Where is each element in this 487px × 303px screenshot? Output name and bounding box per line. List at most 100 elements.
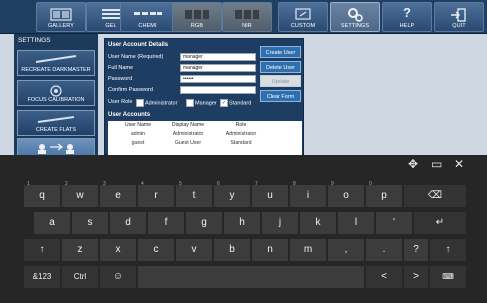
chemi-label: CHEMI (138, 23, 157, 29)
key-label: u (267, 190, 273, 201)
password-input[interactable]: •••••• (180, 75, 256, 83)
gear-icon (348, 8, 363, 22)
key-number: 1 (27, 181, 30, 187)
key-z[interactable]: z (62, 239, 98, 261)
create-flats-button[interactable]: CREATE FLATS (17, 110, 95, 136)
key-t[interactable]: 5t (176, 181, 212, 207)
key-k[interactable]: k (300, 212, 336, 234)
table-cell: Guest User (174, 140, 202, 146)
key-m[interactable]: m (290, 239, 326, 261)
key-a[interactable]: a (34, 212, 70, 234)
delete-user-button[interactable]: Delete User (260, 61, 301, 73)
key-i[interactable]: 8i (290, 181, 326, 207)
key-l[interactable]: l (338, 212, 374, 234)
key-period[interactable]: . (366, 239, 402, 261)
nir-button[interactable]: NIR (222, 2, 272, 32)
key-n[interactable]: n (252, 239, 288, 261)
key-d[interactable]: d (110, 212, 146, 234)
backspace-icon: ⌫ (427, 190, 443, 201)
dock-icon[interactable]: ▭ (431, 157, 442, 171)
table-row[interactable]: guest Guest User Standard (108, 140, 302, 148)
key-e[interactable]: 3e (100, 181, 136, 207)
emoji-key[interactable]: ☺ (100, 266, 136, 288)
key-question[interactable]: ? (404, 239, 428, 261)
field-label: Full Name (108, 65, 134, 71)
gallery-button[interactable]: GALLERY (36, 2, 86, 32)
user-role-label: User Role (108, 99, 133, 105)
role-administrator-checkbox[interactable]: Administrator (136, 99, 177, 107)
username-input[interactable]: manager (180, 53, 256, 61)
chevron-right-icon: > (413, 271, 419, 282)
gallery-icon (50, 8, 72, 21)
key-p[interactable]: 0p (366, 181, 402, 207)
key-y[interactable]: 6y (214, 181, 250, 207)
ctrl-key[interactable]: Ctrl (62, 266, 98, 288)
role-standard-checkbox[interactable]: ✓ Standard (220, 99, 251, 107)
role-label: Standard (229, 100, 252, 107)
key-c[interactable]: c (138, 239, 174, 261)
create-flats-label: CREATE FLATS (35, 127, 77, 133)
touch-keyboard: ✥ ▭ ✕ 1q 2w 3e 4r 5t 6y 7u 8i 9o 0p ⌫ a … (0, 155, 487, 303)
key-u[interactable]: 7u (252, 181, 288, 207)
darkmaster-icon (35, 55, 77, 63)
custom-button[interactable]: CUSTOM (278, 2, 328, 32)
question-icon: ? (403, 5, 411, 20)
key-w[interactable]: 2w (62, 181, 98, 207)
right-arrow-key[interactable]: > (404, 266, 428, 288)
enter-icon: ↵ (435, 217, 445, 228)
key-label: t (192, 190, 196, 201)
sidebar-title: SETTINGS (18, 37, 51, 44)
key-s[interactable]: s (72, 212, 108, 234)
key-o[interactable]: 9o (328, 181, 364, 207)
key-label: w (76, 190, 84, 201)
key-h[interactable]: h (224, 212, 260, 234)
key-r[interactable]: 4r (138, 181, 174, 207)
key-apostrophe[interactable]: ' (376, 212, 412, 234)
key-comma[interactable]: , (328, 239, 364, 261)
quit-button[interactable]: QUIT (434, 2, 484, 32)
nir-icon (235, 10, 259, 19)
recreate-darkmaster-label: RECREATE DARKMASTER (21, 67, 91, 73)
rgb-button[interactable]: RGB (172, 2, 222, 32)
emoji-icon: ☺ (112, 271, 124, 282)
key-f[interactable]: f (148, 212, 184, 234)
update-button[interactable]: Update (260, 75, 301, 87)
backspace-key[interactable]: ⌫ (404, 185, 466, 207)
settings-label: SETTINGS (340, 23, 370, 29)
settings-button[interactable]: SETTINGS (330, 2, 380, 32)
key-v[interactable]: v (176, 239, 212, 261)
key-number: 5 (179, 181, 182, 187)
key-g[interactable]: g (186, 212, 222, 234)
key-j[interactable]: j (262, 212, 298, 234)
table-row[interactable]: admin Administrator Administrator (108, 131, 302, 139)
chemi-button[interactable]: CHEMI (120, 2, 175, 32)
focus-icon (50, 85, 62, 97)
fullname-input[interactable]: manager (180, 64, 256, 72)
symbols-key[interactable]: &123 (24, 266, 60, 288)
focus-calibration-button[interactable]: FOCUS CALIBRATION (17, 80, 95, 106)
key-number: 8 (293, 181, 296, 187)
role-manager-checkbox[interactable]: Manager (186, 99, 217, 107)
chemi-icon (133, 12, 162, 15)
help-button[interactable]: ? HELP (382, 2, 432, 32)
recreate-darkmaster-button[interactable]: RECREATE DARKMASTER (17, 50, 95, 76)
shift-icon: ↑ (39, 244, 45, 255)
table-cell: guest (131, 140, 145, 146)
space-key[interactable] (138, 266, 364, 288)
key-x[interactable]: x (100, 239, 136, 261)
keyboard-options-key[interactable]: ⌨ (430, 266, 466, 288)
create-user-button[interactable]: Create User (260, 46, 301, 58)
clear-form-button[interactable]: Clear Form (260, 90, 301, 102)
left-arrow-key[interactable]: < (366, 266, 402, 288)
gallery-label: GALLERY (48, 23, 74, 29)
shift-key-right[interactable]: ↑ (430, 239, 466, 261)
enter-key[interactable]: ↵ (414, 212, 466, 234)
key-b[interactable]: b (214, 239, 250, 261)
key-q[interactable]: 1q (24, 181, 60, 207)
shift-key-left[interactable]: ↑ (24, 239, 60, 261)
confirm-password-input[interactable] (180, 86, 256, 94)
close-icon[interactable]: ✕ (454, 157, 464, 171)
move-icon[interactable]: ✥ (408, 157, 418, 171)
key-label: p (381, 190, 387, 201)
role-label: Manager (195, 100, 217, 107)
